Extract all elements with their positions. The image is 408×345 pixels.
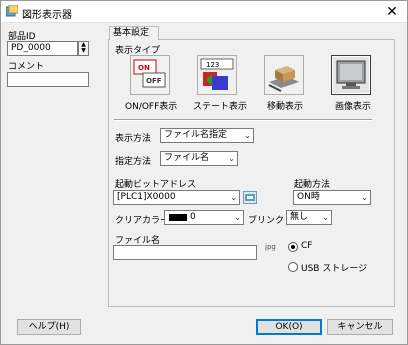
specify-method-label: 指定方法 [115,157,152,167]
keypad-icon [245,194,255,201]
window-title: 図形表示器 [22,10,72,21]
file-name-field[interactable] [113,245,257,260]
cancel-button[interactable]: キャンセル [327,319,393,335]
trigger-mode-label: 起動方法 [294,180,331,190]
specify-method-select[interactable]: ファイル名 ⌄ [160,151,238,166]
close-icon: ✕ [386,4,398,20]
blink-label: ブリンク [248,216,285,226]
onoff-display-button[interactable]: ON OFF [130,55,170,95]
state-display-icon: 123 [200,58,234,90]
color-swatch [169,214,187,221]
usb-radio-label[interactable]: USB ストレージ [301,261,367,274]
move-display-icon [268,66,299,92]
file-ext-label: jpg [265,243,276,251]
trigger-mode-value: ON時 [297,192,320,202]
chevron-down-icon: ⌄ [234,213,241,222]
trigger-bit-value: [PLC1]X0000 [117,192,176,202]
close-button[interactable]: ✕ [383,3,401,21]
display-method-value: ファイル名指定 [164,130,228,140]
onoff-display-label: ON/OFF表示 [125,102,178,112]
move-display-label: 移動表示 [266,102,303,112]
cf-radio-label[interactable]: CF [301,241,312,251]
chevron-down-icon: ⌄ [230,193,237,202]
tab-basic-settings[interactable]: 基本設定 [109,26,159,40]
comment-label: コメント [8,62,45,72]
chevron-down-icon: ⌄ [244,131,251,140]
image-display-label: 画像表示 [334,102,371,112]
comment-field[interactable] [7,72,89,87]
state-display-button[interactable]: 123 [197,55,237,95]
image-display-icon [336,60,366,89]
trigger-bit-label: 起動ビットアドレス [115,180,197,190]
address-picker-button[interactable] [243,191,257,204]
chevron-down-icon: ⌄ [361,193,368,202]
help-button[interactable]: ヘルプ(H) [17,319,81,335]
svg-text:ON: ON [138,64,150,72]
trigger-mode-select[interactable]: ON時 ⌄ [293,190,371,205]
trigger-bit-select[interactable]: [PLC1]X0000 ⌄ [113,190,240,205]
clear-color-select[interactable]: 0 ⌄ [164,210,244,225]
dialog-window: 図形表示器 ✕ 部品ID PD_0000 ▲ ▼ コメント 基本設定 表示タイプ… [0,0,408,345]
svg-text:OFF: OFF [146,77,162,85]
title-bar: 図形表示器 ✕ [1,1,407,23]
usb-radio[interactable] [288,262,298,272]
display-method-label: 表示方法 [115,134,152,144]
blink-select[interactable]: 無し ⌄ [286,210,332,225]
blink-value: 無し [290,212,309,222]
onoff-display-icon: ON OFF [133,59,166,88]
part-id-spinner[interactable]: ▲ ▼ [78,41,89,56]
chevron-down-icon: ⌄ [228,154,235,163]
move-display-button[interactable] [264,55,304,95]
ok-button[interactable]: OK(O) [256,319,322,335]
clear-color-label: クリアカラー [115,216,170,226]
specify-method-value: ファイル名 [164,153,210,163]
spin-down-icon[interactable]: ▼ [79,48,88,54]
svg-text:123: 123 [206,61,219,69]
clear-color-value: 0 [190,212,196,222]
app-icon [6,5,18,17]
cf-radio[interactable] [288,242,298,252]
display-method-select[interactable]: ファイル名指定 ⌄ [160,128,254,143]
part-id-field[interactable]: PD_0000 [7,41,78,56]
image-display-button[interactable] [331,55,371,95]
divider [114,119,372,121]
state-display-label: ステート表示 [193,102,248,112]
chevron-down-icon: ⌄ [322,213,329,222]
